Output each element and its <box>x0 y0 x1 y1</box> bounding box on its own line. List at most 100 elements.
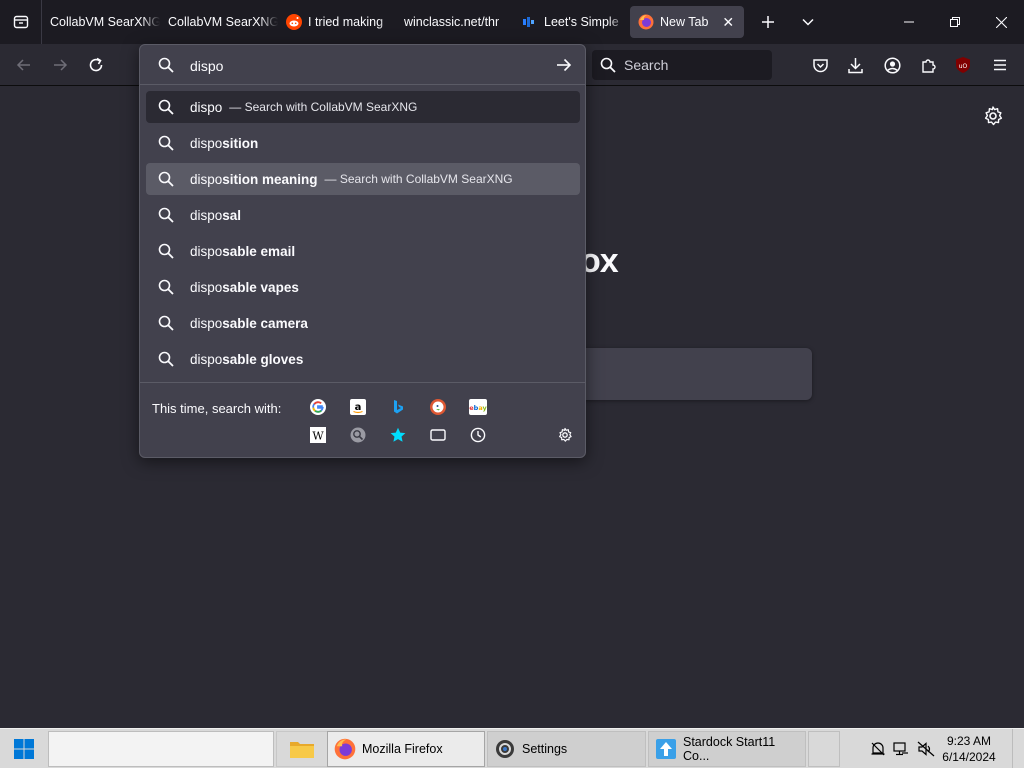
reddit-icon <box>286 14 302 30</box>
start-button[interactable] <box>0 729 48 768</box>
tab-title: winclassic.net/thr <box>404 15 500 29</box>
forward-button[interactable] <box>42 49 78 81</box>
urlbar-result-row[interactable]: dispo — Search with CollabVM SearXNG <box>146 91 580 123</box>
history-icon[interactable] <box>468 425 488 445</box>
urlbar-result-row[interactable]: dispo sable vapes <box>146 271 580 303</box>
close-window-button[interactable] <box>978 0 1024 44</box>
tab-close-icon[interactable]: ✕ <box>722 14 734 31</box>
go-arrow-icon[interactable] <box>556 57 572 78</box>
tab-new-tab[interactable]: New Tab ✕ <box>630 6 744 38</box>
result-completion: sal <box>222 207 242 223</box>
taskbar-item-label: Settings <box>522 742 568 756</box>
close-icon <box>995 16 1007 28</box>
tab-winclassic[interactable]: winclassic.net/thr <box>396 6 514 38</box>
taskbar-start11[interactable]: Stardock Start11 Co... <box>648 731 806 767</box>
urlbar-result-row[interactable]: dispo sition <box>146 127 580 159</box>
reload-icon <box>89 57 103 72</box>
urlbar-result-row[interactable]: dispo sable gloves <box>146 343 580 375</box>
taskbar-file-explorer[interactable] <box>276 731 328 767</box>
search-icon <box>158 99 174 115</box>
svg-text:ebay: ebay <box>469 404 487 412</box>
windows-logo-icon <box>14 739 34 759</box>
clock-time: 9:23 AM <box>946 734 992 748</box>
minimize-button[interactable] <box>886 0 932 44</box>
result-action: — Search with CollabVM SearXNG <box>324 172 513 186</box>
toolbar-search-box[interactable]: Search <box>592 50 772 80</box>
downloads-button[interactable] <box>842 52 868 78</box>
search-settings-gear-icon[interactable] <box>555 425 575 445</box>
amazon-icon[interactable]: a <box>348 397 368 417</box>
duckduckgo-icon[interactable] <box>428 397 448 417</box>
tab-reddit[interactable]: I tried making <box>278 6 396 38</box>
action-center-icon[interactable] <box>868 741 888 757</box>
one-off-label: This time, search with: <box>152 401 282 416</box>
gear-icon <box>984 106 1003 126</box>
taskbar-settings[interactable]: Settings <box>487 731 646 767</box>
taskbar-search-box[interactable] <box>48 731 274 767</box>
extensions-button[interactable] <box>915 52 941 78</box>
windows-taskbar: Mozilla Firefox Settings Stardock Start1… <box>0 728 1024 768</box>
google-icon[interactable] <box>308 397 328 417</box>
result-completion: sable email <box>222 243 296 259</box>
newtab-customize-button[interactable] <box>982 105 1004 127</box>
search-icon <box>158 135 174 151</box>
urlbar-typed-text[interactable]: dispo <box>190 58 223 74</box>
result-completion: sition <box>222 135 259 151</box>
urlbar-result-row[interactable]: dispo sable email <box>146 235 580 267</box>
ublock-origin-button[interactable]: uO <box>950 52 976 78</box>
urlbar-result-row[interactable]: dispo sable camera <box>146 307 580 339</box>
searxng-icon[interactable] <box>348 425 368 445</box>
result-prefix: dispo <box>190 171 223 187</box>
wikipedia-icon[interactable]: W <box>308 425 328 445</box>
result-completion: sable camera <box>222 315 308 331</box>
network-icon[interactable] <box>888 741 914 757</box>
settings-gear-icon <box>494 738 516 760</box>
tab-collabvm-searxng-1[interactable]: CollabVM SearXNG <box>42 6 160 38</box>
result-prefix: dispo <box>190 351 223 367</box>
result-prefix: dispo <box>190 243 223 259</box>
firefox-view-button[interactable] <box>0 0 42 44</box>
app-menu-button[interactable] <box>987 52 1013 78</box>
svg-text:W: W <box>312 430 324 443</box>
system-tray <box>868 729 938 768</box>
urlbar-dropdown: dispo dispo — Search with CollabVM SearXN… <box>139 44 586 458</box>
pocket-button[interactable] <box>807 52 833 78</box>
ebay-icon[interactable]: ebay <box>468 397 488 417</box>
forward-arrow-icon <box>54 59 68 71</box>
tabs-icon[interactable] <box>428 425 448 445</box>
svg-text:a: a <box>355 402 362 413</box>
one-off-search-buttons: This time, search with: a ebay W <box>140 382 585 458</box>
reload-button[interactable] <box>78 49 114 81</box>
taskbar-empty-slot[interactable] <box>808 731 840 767</box>
bing-icon[interactable] <box>388 397 408 417</box>
download-icon <box>847 57 863 73</box>
clock-date: 6/14/2024 <box>942 750 996 764</box>
result-prefix: dispo <box>190 99 223 115</box>
urlbar-result-row[interactable]: dispo sition meaning — Search with CollabV… <box>146 163 580 195</box>
search-icon <box>158 57 174 78</box>
search-icon <box>600 57 616 73</box>
search-icon <box>158 351 174 367</box>
restore-button[interactable] <box>932 0 978 44</box>
list-all-tabs-button[interactable] <box>788 0 828 44</box>
plus-icon <box>762 16 774 28</box>
new-tab-button[interactable] <box>748 0 788 44</box>
minimize-icon <box>904 21 914 23</box>
volume-muted-icon[interactable] <box>914 741 938 757</box>
result-completion: sition meaning <box>222 171 318 187</box>
back-button[interactable] <box>6 49 42 81</box>
puzzle-piece-icon <box>921 58 936 73</box>
account-button[interactable] <box>879 52 905 78</box>
restore-icon <box>950 17 960 27</box>
urlbar-input[interactable]: dispo <box>140 45 585 85</box>
account-icon <box>883 56 901 74</box>
tab-collabvm-searxng-2[interactable]: CollabVM SearXNG <box>160 6 278 38</box>
tab-leets-simple[interactable]: Leet's Simple <box>514 6 626 38</box>
urlbar-result-row[interactable]: dispo sal <box>146 199 580 231</box>
taskbar-firefox[interactable]: Mozilla Firefox <box>327 731 485 767</box>
urlbar-results-list: dispo — Search with CollabVM SearXNG disp… <box>146 91 580 379</box>
taskbar-clock[interactable]: 9:23 AM 6/14/2024 <box>936 733 1002 765</box>
bookmarks-icon[interactable] <box>388 425 408 445</box>
show-desktop-button[interactable] <box>1012 729 1024 768</box>
newtab-search-box[interactable] <box>580 348 812 400</box>
